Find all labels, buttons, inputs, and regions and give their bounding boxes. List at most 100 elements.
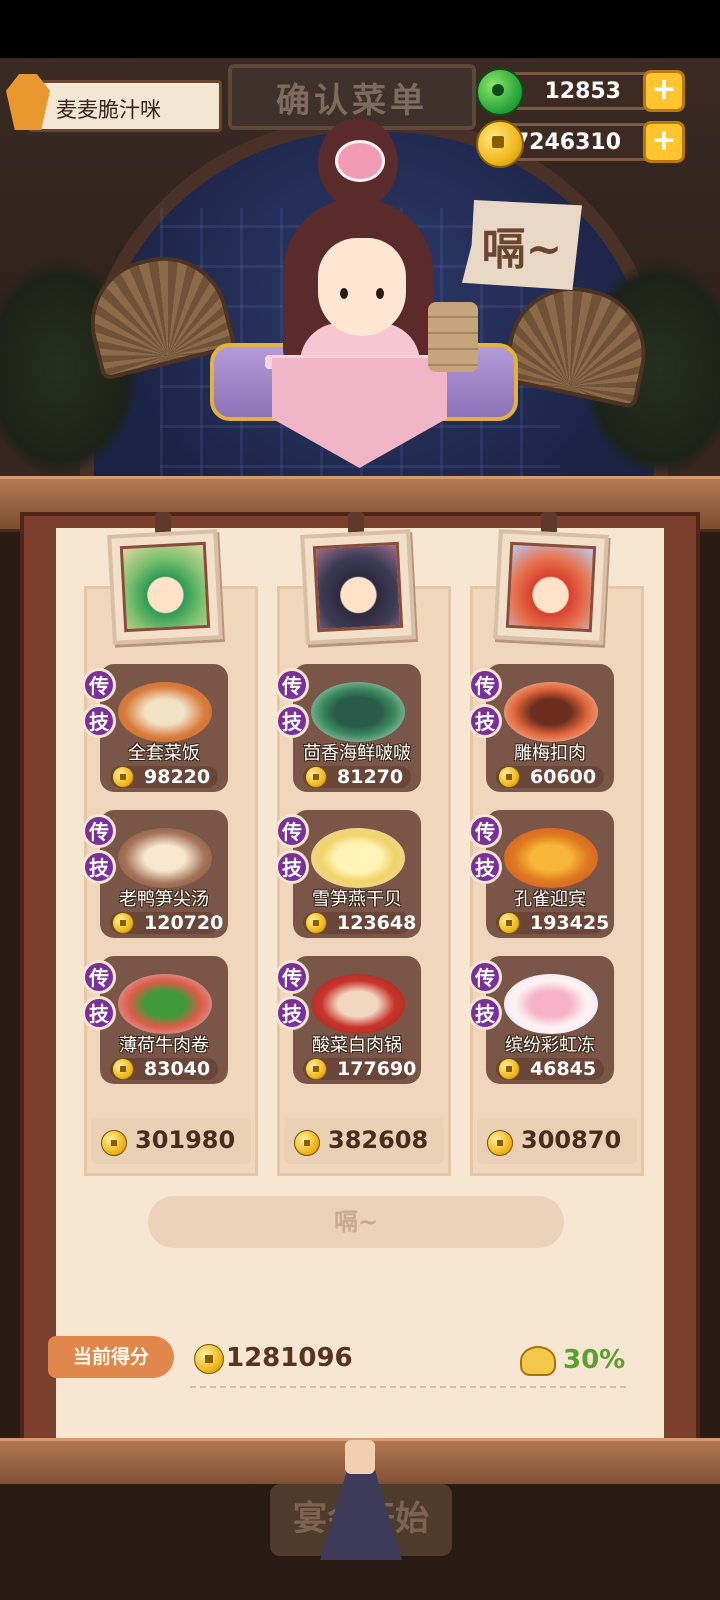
divider — [190, 1386, 626, 1388]
player-name: 麦麦脆汁咪 — [56, 98, 161, 122]
dish-name: 老鸭笋尖汤 — [119, 889, 209, 910]
stacked-bowls — [428, 302, 478, 372]
coin-icon — [112, 912, 134, 934]
dish-price-value: 60600 — [530, 766, 597, 788]
dish-price: 98220 — [110, 766, 218, 788]
dish-price: 46845 — [496, 1058, 604, 1080]
avatar — [119, 541, 211, 633]
skill-badge: 技 — [275, 704, 309, 738]
skill-badge: 技 — [468, 704, 502, 738]
chef-portrait-2[interactable] — [300, 529, 416, 645]
dish-image — [504, 828, 598, 888]
column-total-value: 300870 — [521, 1126, 622, 1154]
coin-icon — [305, 1058, 327, 1080]
jade-icon — [476, 68, 524, 116]
tassel-knot — [345, 1440, 375, 1474]
coin-icon — [305, 766, 327, 788]
dish-image — [118, 828, 212, 888]
legend-badge: 传 — [82, 960, 116, 994]
dish-price: 81270 — [303, 766, 411, 788]
status-bar — [0, 0, 720, 58]
skill-badge: 技 — [275, 996, 309, 1030]
dish-price: 177690 — [303, 1058, 416, 1080]
add-jade-button[interactable]: + — [643, 70, 685, 112]
bonus-percent: 30% — [563, 1345, 626, 1375]
coin-icon — [112, 1058, 134, 1080]
coin-icon — [498, 1058, 520, 1080]
dish-image — [311, 682, 405, 742]
skill-badge: 技 — [468, 996, 502, 1030]
dish-name: 雕梅扣肉 — [514, 743, 586, 764]
legend-badge: 传 — [82, 668, 116, 702]
dish-price-value: 120720 — [144, 912, 224, 934]
current-score-label: 当前得分 — [48, 1336, 174, 1378]
chef-portrait-3[interactable] — [493, 529, 609, 645]
legend-badge: 传 — [82, 814, 116, 848]
eye-right — [376, 288, 384, 299]
coin-icon — [294, 1130, 320, 1156]
legend-badge: 传 — [275, 814, 309, 848]
dish-price-value: 83040 — [144, 1058, 211, 1080]
dish-image — [504, 682, 598, 742]
column-total: 382608 — [284, 1118, 444, 1164]
dish-card[interactable]: 薄荷牛肉卷 83040 — [100, 956, 228, 1084]
speech-bubble-text: 嗝~ — [481, 224, 563, 275]
current-score-value: 1281096 — [226, 1343, 353, 1373]
skill-badge: 技 — [468, 850, 502, 884]
bonus-pot-icon — [520, 1346, 556, 1376]
add-coin-button[interactable]: + — [643, 121, 685, 163]
dish-name: 茴香海鲜啵啵 — [303, 743, 411, 764]
avatar — [505, 541, 597, 633]
character-face[interactable] — [318, 238, 406, 336]
dish-price: 123648 — [303, 912, 416, 934]
burp-button[interactable]: 嗝~ — [148, 1196, 564, 1248]
legend-badge: 传 — [468, 814, 502, 848]
column-total: 300870 — [477, 1118, 637, 1164]
coin-icon — [305, 912, 327, 934]
dish-name: 雪笋燕干贝 — [312, 889, 402, 910]
skill-badge: 技 — [82, 704, 116, 738]
legend-badge: 传 — [468, 960, 502, 994]
dish-name: 孔雀迎宾 — [514, 889, 586, 910]
dish-price-value: 81270 — [337, 766, 404, 788]
dish-card[interactable]: 雕梅扣肉 60600 — [486, 664, 614, 792]
speech-bubble: 嗝~ — [462, 200, 582, 290]
dish-price: 120720 — [110, 912, 223, 934]
chef-portrait-1[interactable] — [107, 529, 223, 645]
dish-name: 缤纷彩虹冻 — [505, 1035, 595, 1056]
dish-card[interactable]: 茴香海鲜啵啵 81270 — [293, 664, 421, 792]
coin-icon — [112, 766, 134, 788]
dish-image — [504, 974, 598, 1034]
dish-image — [118, 682, 212, 742]
dish-price-value: 177690 — [337, 1058, 417, 1080]
coin-icon — [194, 1344, 224, 1374]
dish-price-value: 193425 — [530, 912, 610, 934]
dish-card[interactable]: 全套菜饭 98220 — [100, 664, 228, 792]
coin-icon — [101, 1130, 127, 1156]
coin-icon — [476, 120, 524, 168]
dish-card[interactable]: 孔雀迎宾 193425 — [486, 810, 614, 938]
column-total-value: 382608 — [328, 1126, 429, 1154]
legend-badge: 传 — [275, 960, 309, 994]
dish-card[interactable]: 缤纷彩虹冻 46845 — [486, 956, 614, 1084]
dish-price-value: 98220 — [144, 766, 211, 788]
dish-card[interactable]: 酸菜白肉锅 177690 — [293, 956, 421, 1084]
coin-icon — [498, 766, 520, 788]
sign-title: 确认菜单 — [276, 80, 428, 121]
column-total-value: 301980 — [135, 1126, 236, 1154]
dish-card[interactable]: 老鸭笋尖汤 120720 — [100, 810, 228, 938]
dish-price-value: 46845 — [530, 1058, 597, 1080]
coin-icon — [498, 912, 520, 934]
dish-price: 193425 — [496, 912, 609, 934]
eye-left — [340, 288, 348, 299]
dish-image — [118, 974, 212, 1034]
legend-badge: 传 — [468, 668, 502, 702]
jade-amount: 12853 — [544, 79, 621, 104]
dish-name: 酸菜白肉锅 — [312, 1035, 402, 1056]
skill-badge: 技 — [275, 850, 309, 884]
skill-badge: 技 — [82, 850, 116, 884]
dish-card[interactable]: 雪笋燕干贝 123648 — [293, 810, 421, 938]
dish-price-value: 123648 — [337, 912, 417, 934]
column-total: 301980 — [91, 1118, 251, 1164]
dish-name: 薄荷牛肉卷 — [119, 1035, 209, 1056]
